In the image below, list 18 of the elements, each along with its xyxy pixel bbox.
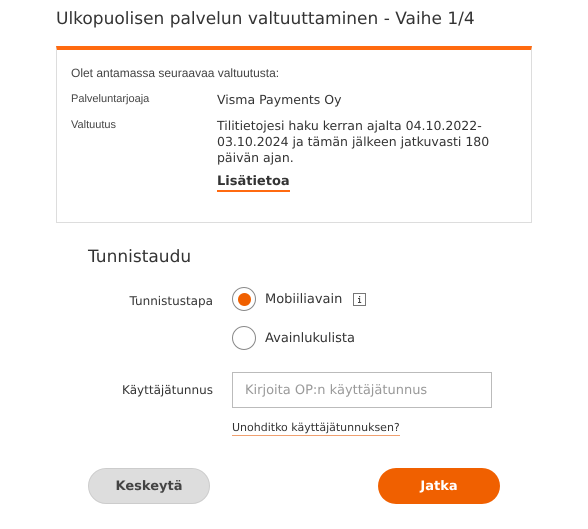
option-label[interactable]: Avainlukulista bbox=[265, 330, 355, 346]
username-field[interactable]: Kirjoita OP:n käyttäjätunnus bbox=[232, 372, 492, 408]
method-label: Tunnistustapa bbox=[128, 293, 214, 308]
more-info-link[interactable]: Lisätietoa bbox=[217, 174, 290, 192]
username-label: Käyttäjätunnus bbox=[121, 383, 214, 397]
row-label: Palveluntarjoaja bbox=[71, 92, 150, 107]
info-icon[interactable] bbox=[353, 292, 366, 306]
option-label[interactable]: Mobiiliavain bbox=[265, 292, 342, 306]
radio-button[interactable] bbox=[232, 287, 256, 311]
intro-text: Olet antamassa seuraavaa valtuutusta: bbox=[71, 66, 280, 80]
forgot-username-link[interactable]: Unohditko käyttäjätunnuksen? bbox=[232, 421, 400, 436]
radio-button[interactable] bbox=[232, 326, 256, 350]
section-heading: Tunnistaudu bbox=[88, 247, 192, 267]
row-label: Valtuutus bbox=[71, 118, 118, 133]
page-title: Ulkopuolisen palvelun valtuuttaminen - Vaihe 1/4 bbox=[56, 8, 476, 31]
cancel-button[interactable]: Keskeytä bbox=[88, 468, 210, 504]
row-value: Tilitietojesi haku kerran ajalta 04.10.2022-03.10.2024 ja tämän jälkeen jatkuvasti 180 päivän ajan. bbox=[217, 118, 490, 166]
row-value: Visma Payments Oy bbox=[217, 92, 343, 108]
